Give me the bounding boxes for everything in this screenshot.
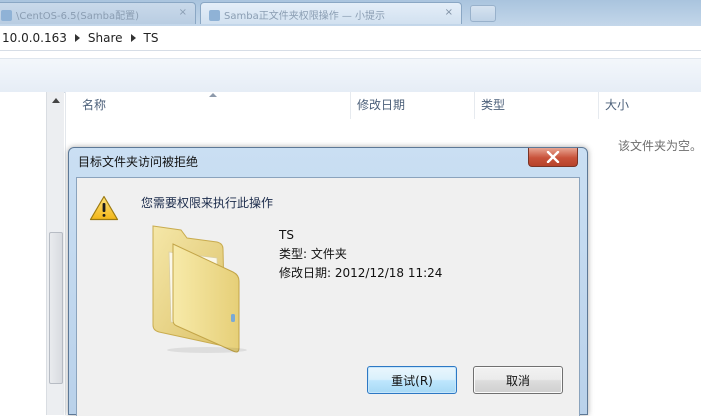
warning-icon	[89, 195, 119, 221]
empty-folder-message: 该文件夹为空。	[618, 139, 701, 153]
scroll-up-arrow-icon[interactable]	[52, 98, 60, 103]
folder-icon	[152, 225, 247, 353]
scrollbar-thumb[interactable]	[49, 232, 63, 384]
pane-divider[interactable]	[65, 92, 66, 415]
navigation-pane	[0, 92, 46, 415]
retry-button[interactable]: 重试(R)	[367, 366, 457, 394]
item-type: 类型: 文件夹	[279, 247, 347, 261]
item-name: TS	[279, 228, 294, 242]
cancel-button[interactable]: 取消	[473, 366, 563, 394]
column-header-size[interactable]: 大小	[599, 92, 701, 119]
close-icon	[546, 151, 560, 163]
access-denied-dialog: 目标文件夹访问被拒绝 您需要权限来执行此操作 TS 类型: 文件夹 修改日期: …	[68, 147, 588, 416]
navigation-scrollbar[interactable]	[46, 92, 64, 415]
tab-close-icon[interactable]: ×	[445, 7, 453, 18]
tab-label: \CentOS-6.5(Samba配置)	[16, 11, 139, 22]
dialog-title: 目标文件夹访问被拒绝	[78, 155, 199, 169]
column-header-name[interactable]: 名称	[66, 92, 351, 119]
breadcrumb-chevron-icon[interactable]	[74, 34, 80, 42]
window-title-strip: \CentOS-6.5(Samba配置) × Samba正文件夹权限操作 — 小…	[0, 0, 701, 26]
breadcrumb-item-host[interactable]: 10.0.0.163	[2, 31, 67, 45]
tab-label: Samba正文件夹权限操作 — 小提示	[224, 11, 386, 22]
column-header-type[interactable]: 类型	[475, 92, 599, 119]
breadcrumb-chevron-icon[interactable]	[130, 34, 136, 42]
breadcrumb[interactable]: 10.0.0.163 Share TS	[0, 26, 701, 51]
breadcrumb-item-share[interactable]: Share	[88, 31, 123, 45]
column-header-date-modified[interactable]: 修改日期	[351, 92, 475, 119]
tab-favicon-icon	[1, 10, 12, 21]
tab-centos[interactable]: \CentOS-6.5(Samba配置) ×	[0, 2, 196, 24]
new-tab-button[interactable]	[470, 5, 496, 22]
item-details: TS 类型: 文件夹 修改日期: 2012/12/18 11:24	[279, 226, 442, 283]
breadcrumb-item-ts[interactable]: TS	[144, 31, 159, 45]
tab-samba[interactable]: Samba正文件夹权限操作 — 小提示 ×	[200, 2, 462, 24]
command-toolbar	[0, 58, 701, 93]
dialog-content: 您需要权限来执行此操作 TS 类型: 文件夹 修改日期: 2012/12/18 …	[76, 177, 580, 416]
tab-close-icon[interactable]: ×	[179, 7, 187, 18]
item-modified: 修改日期: 2012/12/18 11:24	[279, 266, 443, 280]
dialog-close-button[interactable]	[528, 148, 578, 167]
permission-message: 您需要权限来执行此操作	[141, 196, 274, 210]
file-list-header: 名称 修改日期 类型 大小	[66, 92, 701, 119]
tab-favicon-icon	[209, 10, 220, 21]
